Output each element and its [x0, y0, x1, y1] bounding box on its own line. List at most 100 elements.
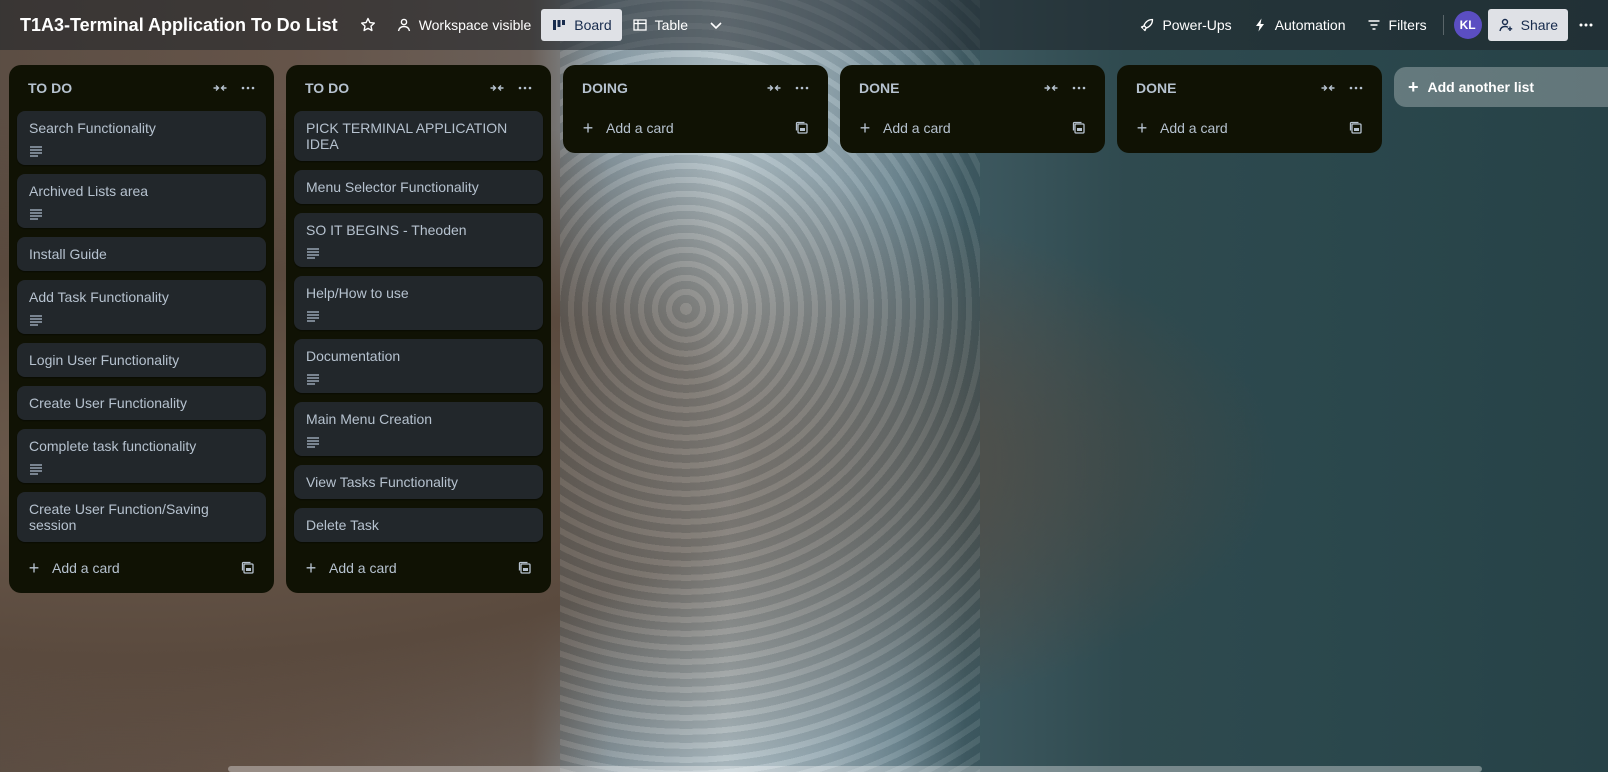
horizontal-scrollbar[interactable] — [228, 766, 1482, 772]
power-ups-label: Power-Ups — [1162, 17, 1232, 33]
card[interactable]: Search Functionality — [17, 111, 266, 165]
card[interactable]: Install Guide — [17, 237, 266, 271]
create-from-template-icon[interactable] — [1065, 114, 1093, 142]
description-icon — [29, 207, 43, 220]
card-title: Documentation — [306, 348, 401, 364]
card[interactable]: SO IT BEGINS - Theoden — [294, 213, 543, 267]
view-table-button[interactable]: Table — [622, 9, 698, 41]
views-dropdown-button[interactable] — [698, 9, 734, 41]
list-column: TO DO Search Functionality Archived Lists … — [9, 65, 274, 593]
visibility-button[interactable]: Workspace visible — [386, 9, 542, 41]
collapse-list-icon[interactable] — [1037, 74, 1065, 102]
add-card-button[interactable]: + Add a card — [571, 111, 820, 145]
collapse-list-icon[interactable] — [760, 74, 788, 102]
plus-icon: + — [582, 117, 594, 138]
list-menu-icon[interactable] — [1065, 74, 1093, 102]
lightning-icon — [1252, 17, 1268, 33]
create-from-template-icon[interactable] — [1342, 114, 1370, 142]
view-table-label: Table — [654, 17, 689, 33]
filters-label: Filters — [1388, 17, 1427, 33]
power-ups-button[interactable]: Power-Ups — [1129, 9, 1241, 41]
card[interactable]: Main Menu Creation — [294, 402, 543, 456]
card-title: PICK TERMINAL APPLICATION IDEA — [306, 120, 508, 152]
more-icon — [1578, 17, 1594, 33]
card-title: Create User Functionality — [29, 395, 187, 411]
add-card-button[interactable]: + Add a card — [294, 551, 543, 585]
view-board-button[interactable]: Board — [541, 9, 622, 41]
board-icon — [551, 17, 567, 33]
card[interactable]: Complete task functionality — [17, 429, 266, 483]
card[interactable]: Add Task Functionality — [17, 280, 266, 334]
card[interactable]: PICK TERMINAL APPLICATION IDEA — [294, 111, 543, 161]
list-menu-icon[interactable] — [511, 74, 539, 102]
plus-icon: + — [1408, 76, 1419, 97]
create-from-template-icon[interactable] — [234, 554, 262, 582]
list-title[interactable]: DOING — [582, 80, 760, 96]
filters-button[interactable]: Filters — [1356, 9, 1437, 41]
list-title[interactable]: DONE — [859, 80, 1037, 96]
list-header: TO DO — [17, 65, 266, 111]
list-column: DONE + Add a card — [1117, 65, 1382, 153]
description-icon — [29, 313, 43, 326]
card[interactable]: Documentation — [294, 339, 543, 393]
list-menu-icon[interactable] — [788, 74, 816, 102]
share-button[interactable]: Share — [1487, 9, 1568, 41]
automation-label: Automation — [1274, 17, 1346, 33]
card[interactable]: Create User Function/Saving session — [17, 492, 266, 542]
card-title: Login User Functionality — [29, 352, 180, 368]
collapse-list-icon[interactable] — [206, 74, 234, 102]
card-title: Help/How to use — [306, 285, 409, 301]
card-title: SO IT BEGINS - Theoden — [306, 222, 467, 238]
add-list-button[interactable]: + Add another list — [1394, 67, 1608, 107]
filter-icon — [1366, 17, 1382, 33]
board-title[interactable]: T1A3-Terminal Application To Do List — [20, 15, 338, 36]
rocket-icon — [1139, 17, 1155, 33]
list-title[interactable]: TO DO — [28, 80, 206, 96]
description-icon — [306, 309, 320, 322]
card[interactable]: Archived Lists area — [17, 174, 266, 228]
list-title[interactable]: DONE — [1136, 80, 1314, 96]
add-card-button[interactable]: + Add a card — [848, 111, 1097, 145]
plus-icon: + — [28, 557, 40, 578]
create-from-template-icon[interactable] — [511, 554, 539, 582]
plus-icon: + — [305, 557, 317, 578]
plus-icon: + — [859, 117, 871, 138]
card[interactable]: Login User Functionality — [17, 343, 266, 377]
people-icon — [396, 17, 412, 33]
avatar[interactable]: KL — [1453, 11, 1482, 39]
description-icon — [306, 435, 320, 448]
card[interactable]: Create User Functionality — [17, 386, 266, 420]
card-title: Archived Lists area — [29, 183, 149, 199]
add-card-label: Add a card — [606, 120, 674, 136]
card-title: Menu Selector Functionality — [306, 179, 479, 195]
create-from-template-icon[interactable] — [788, 114, 816, 142]
add-list-label: Add another list — [1427, 79, 1535, 95]
card-title: View Tasks Functionality — [306, 474, 458, 490]
collapse-list-icon[interactable] — [483, 74, 511, 102]
board-menu-button[interactable] — [1568, 9, 1604, 41]
card[interactable]: Menu Selector Functionality — [294, 170, 543, 204]
list-header: DONE — [1125, 65, 1374, 111]
card[interactable]: Delete Task — [294, 508, 543, 542]
card[interactable]: Help/How to use — [294, 276, 543, 330]
card-title: Delete Task — [306, 517, 379, 533]
automation-button[interactable]: Automation — [1242, 9, 1356, 41]
add-card-button[interactable]: + Add a card — [1125, 111, 1374, 145]
header-divider — [1442, 15, 1444, 35]
description-icon — [29, 144, 43, 157]
description-icon — [306, 246, 320, 259]
collapse-list-icon[interactable] — [1314, 74, 1342, 102]
list-title[interactable]: TO DO — [305, 80, 483, 96]
card-title: Create User Function/Saving session — [29, 501, 209, 533]
list-menu-icon[interactable] — [234, 74, 262, 102]
chevron-down-icon — [708, 17, 724, 33]
list-header: TO DO — [294, 65, 543, 111]
card[interactable]: View Tasks Functionality — [294, 465, 543, 499]
list-menu-icon[interactable] — [1342, 74, 1370, 102]
add-card-button[interactable]: + Add a card — [17, 551, 266, 585]
description-icon — [306, 372, 320, 385]
list-header: DONE — [848, 65, 1097, 111]
star-button[interactable] — [350, 9, 386, 41]
add-person-icon — [1498, 17, 1514, 33]
visibility-label: Workspace visible — [418, 17, 532, 33]
